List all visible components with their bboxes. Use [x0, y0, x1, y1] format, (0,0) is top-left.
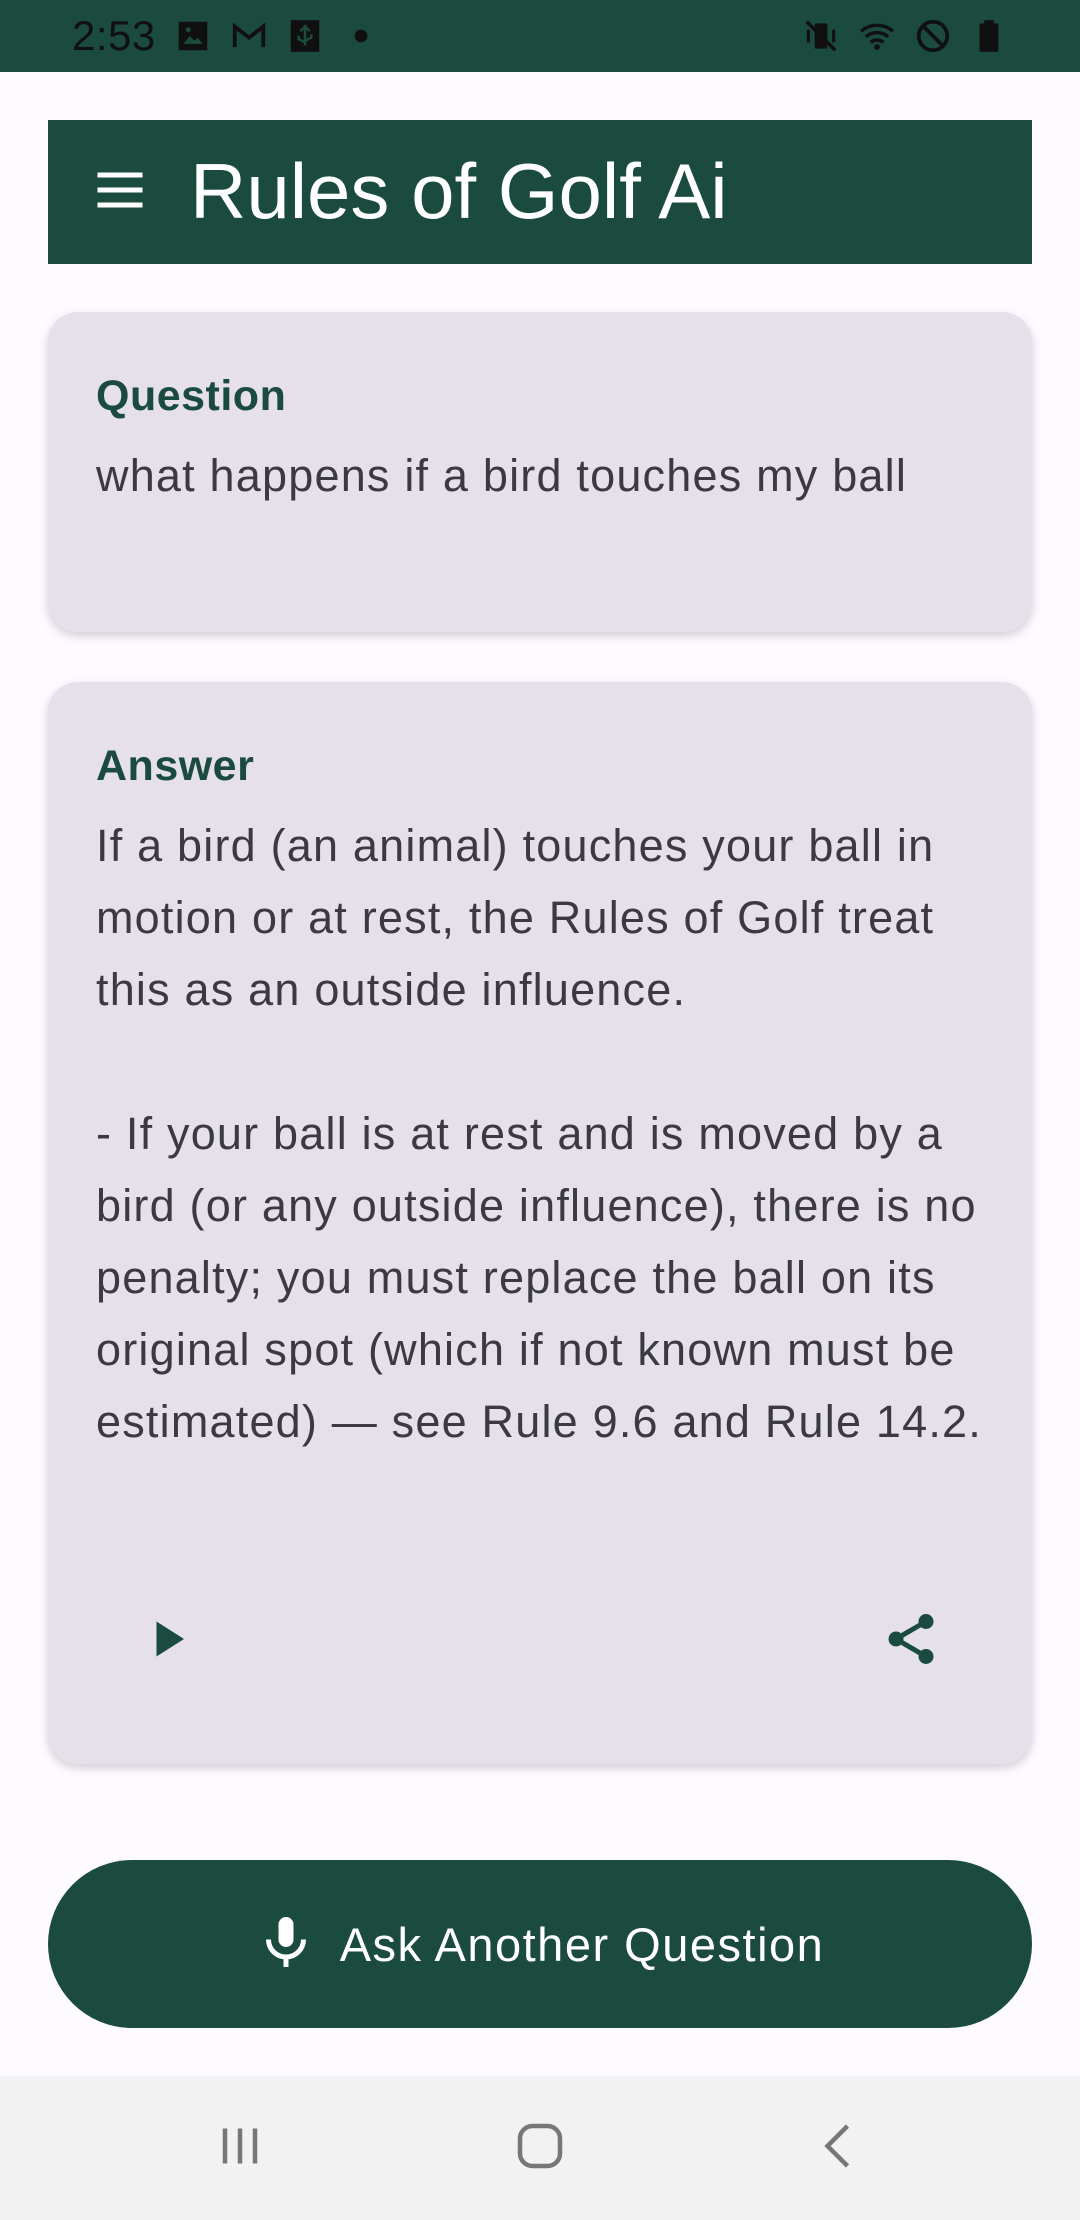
system-navigation-bar — [0, 2076, 1080, 2220]
share-icon — [881, 1609, 941, 1674]
app-bar: Rules of Golf Ai — [48, 120, 1032, 264]
wifi-icon — [858, 17, 896, 55]
gmail-icon — [230, 17, 268, 55]
question-text: what happens if a bird touches my ball — [96, 450, 908, 501]
status-time: 2:53 — [72, 12, 156, 59]
home-button[interactable] — [480, 2088, 600, 2208]
share-button[interactable] — [856, 1586, 966, 1696]
answer-card: Answer If a bird (an animal) touches you… — [48, 682, 1032, 1764]
menu-icon — [90, 160, 150, 225]
image-icon — [174, 17, 212, 55]
answer-text: If a bird (an animal) touches your ball … — [96, 820, 982, 1447]
play-button[interactable] — [114, 1586, 224, 1696]
status-bar-left: 2:53 — [72, 12, 380, 60]
recent-apps-icon — [210, 2116, 270, 2181]
back-button[interactable] — [780, 2088, 900, 2208]
do-not-disturb-icon — [914, 17, 952, 55]
vibrate-mute-icon — [802, 17, 840, 55]
app-title: Rules of Golf Ai — [190, 147, 728, 235]
play-icon — [139, 1609, 199, 1674]
question-card: Question what happens if a bird touches … — [48, 312, 1032, 632]
answer-label: Answer — [96, 742, 255, 790]
status-bar-right — [802, 17, 1008, 55]
dot-icon — [342, 17, 380, 55]
app-screen: 2:53 Rules of Golf Ai Question what happ… — [0, 0, 1080, 2220]
recent-apps-button[interactable] — [180, 2088, 300, 2208]
back-icon — [810, 2116, 870, 2181]
usb-icon — [286, 17, 324, 55]
question-label: Question — [96, 372, 287, 420]
home-icon — [510, 2116, 570, 2181]
status-bar: 2:53 — [0, 0, 1080, 72]
microphone-icon — [256, 1912, 316, 1977]
menu-button[interactable] — [48, 120, 192, 264]
ask-button-label: Ask Another Question — [339, 1917, 825, 1971]
ask-another-question-button[interactable]: Ask Another Question — [48, 1860, 1032, 2028]
battery-icon — [970, 17, 1008, 55]
